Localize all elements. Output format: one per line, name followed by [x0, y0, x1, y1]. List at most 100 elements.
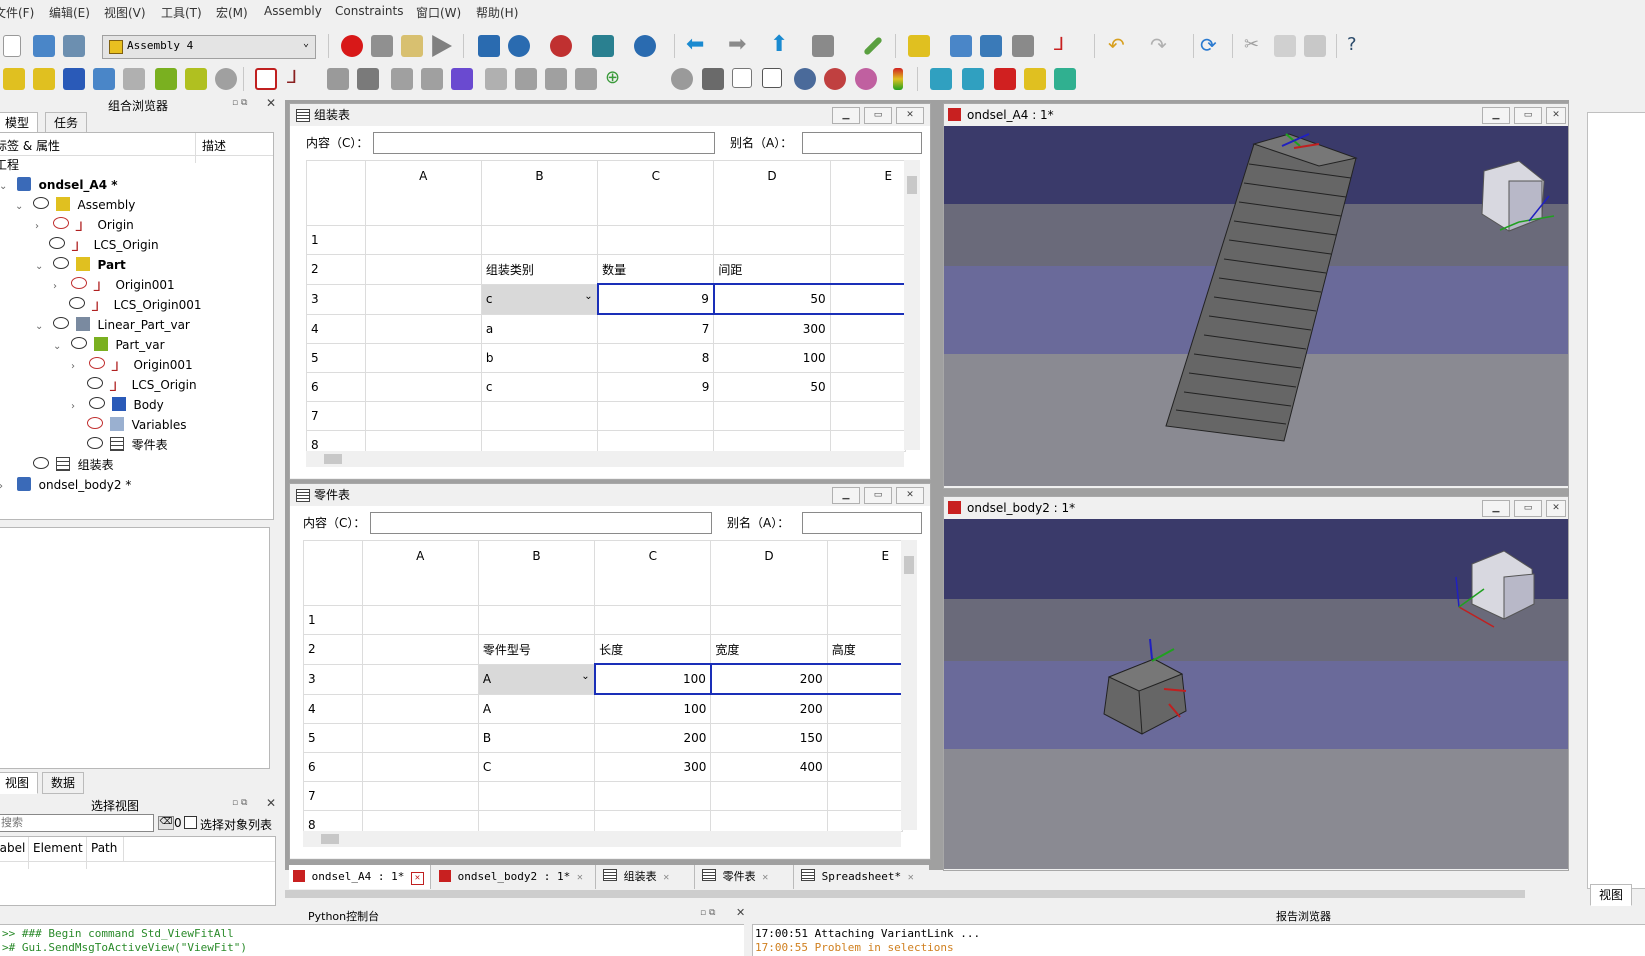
- refresh-icon[interactable]: ⟳: [1200, 35, 1222, 57]
- tab-parts-table[interactable]: 零件表 ✕: [698, 865, 794, 889]
- python-console-output[interactable]: >> ### Begin command Std_ViewFitAll ># G…: [0, 924, 744, 956]
- forward-arrow-icon[interactable]: ➡: [728, 34, 750, 57]
- column-header-d[interactable]: D: [713, 161, 831, 226]
- new-body-icon[interactable]: [63, 68, 85, 90]
- open-folder-icon[interactable]: [33, 35, 55, 57]
- tree-item-lcs-origin-sub[interactable]: ⅃ LCS_Origin: [87, 375, 197, 395]
- column-header-c[interactable]: C: [594, 541, 712, 606]
- chevron-right-icon[interactable]: ›: [0, 477, 13, 497]
- eye-icon[interactable]: [87, 437, 103, 449]
- view2-titlebar[interactable]: ondsel_body2 : 1* ▁ ▭ ✕: [944, 497, 1568, 519]
- part-stack-icon[interactable]: [1024, 68, 1046, 90]
- up-arrow-icon[interactable]: ⬆: [770, 34, 792, 57]
- parts-list-icon[interactable]: [732, 68, 752, 88]
- float-icon[interactable]: ▫ ⧉: [232, 798, 247, 808]
- column-header-b[interactable]: B: [478, 541, 596, 606]
- close-icon[interactable]: ✕: [896, 107, 924, 124]
- minimize-icon[interactable]: ▁: [1482, 107, 1510, 124]
- measure-icon[interactable]: [863, 36, 883, 56]
- menu-file[interactable]: 文件(F): [0, 4, 34, 21]
- alias-input[interactable]: [802, 132, 922, 154]
- tree-item-assembly-table[interactable]: 组装表: [33, 455, 114, 475]
- measure-tool-icon[interactable]: [702, 68, 724, 90]
- close-icon[interactable]: ✕: [736, 906, 745, 919]
- move-part-icon[interactable]: [391, 68, 413, 90]
- content-input[interactable]: [373, 132, 715, 154]
- chevron-right-icon[interactable]: ›: [53, 277, 67, 297]
- minimize-icon[interactable]: ▁: [1482, 500, 1510, 517]
- eye-icon[interactable]: [33, 457, 49, 469]
- tree-item-assembly[interactable]: ⌄ Assembly: [15, 195, 135, 215]
- close-icon[interactable]: ✕: [410, 872, 424, 885]
- chevron-down-icon[interactable]: ⌄: [35, 257, 49, 277]
- column-path[interactable]: Path: [86, 837, 121, 869]
- scroll-thumb[interactable]: [324, 454, 342, 464]
- visibility-eye-icon[interactable]: [794, 68, 816, 90]
- insert-lcs-icon[interactable]: [155, 68, 177, 90]
- view-cube-3-icon[interactable]: [994, 68, 1016, 90]
- view-cube-1-icon[interactable]: [930, 68, 952, 90]
- insert-link-icon[interactable]: [123, 68, 145, 90]
- cut-icon[interactable]: ✂: [1244, 35, 1266, 57]
- tree-item-origin[interactable]: › ⅃ Origin: [35, 215, 134, 235]
- link-icon[interactable]: [980, 35, 1002, 57]
- chevron-right-icon[interactable]: ›: [71, 397, 85, 417]
- menu-assembly[interactable]: Assembly: [264, 4, 322, 18]
- selection-list-checkbox[interactable]: [184, 816, 197, 829]
- column-header-e[interactable]: E: [830, 161, 905, 226]
- column-header-d[interactable]: D: [710, 541, 828, 606]
- save-icon[interactable]: [63, 35, 85, 57]
- new-document-icon[interactable]: [3, 35, 21, 57]
- tree-item-lcs-origin001[interactable]: ⅃ LCS_Origin001: [69, 295, 202, 315]
- eye-icon[interactable]: [87, 377, 103, 389]
- menu-view[interactable]: 视图(V): [104, 4, 146, 21]
- sheet2-titlebar[interactable]: 零件表 ▁ ▭ ✕: [290, 484, 930, 506]
- tree-item-part-var[interactable]: ⌄ Part_var: [53, 335, 165, 355]
- record-macro-icon[interactable]: [341, 35, 363, 57]
- mdi-horizontal-scrollbar[interactable]: [285, 887, 1569, 901]
- insert-datum-icon[interactable]: [185, 68, 207, 90]
- fit-all-icon[interactable]: [478, 35, 500, 57]
- close-icon[interactable]: ✕: [266, 796, 276, 810]
- minimize-icon[interactable]: ▁: [832, 107, 860, 124]
- menu-tools[interactable]: 工具(T): [161, 4, 202, 21]
- tab-view[interactable]: 视图: [0, 772, 39, 794]
- tree-item-origin001-sub[interactable]: › ⅃ Origin001: [71, 355, 193, 375]
- scroll-thumb[interactable]: [907, 176, 917, 194]
- hide-eye-icon[interactable]: [824, 68, 846, 90]
- circular-array-icon[interactable]: [545, 68, 567, 90]
- close-icon[interactable]: ✕: [266, 96, 276, 110]
- eye-icon[interactable]: [49, 237, 65, 249]
- menu-help[interactable]: 帮助(H): [476, 4, 518, 21]
- eye-hidden-icon[interactable]: [52, 217, 69, 229]
- back-arrow-icon[interactable]: ⬅: [686, 34, 708, 57]
- content-input[interactable]: [370, 512, 712, 534]
- sheet2-vertical-scrollbar[interactable]: [901, 540, 917, 830]
- close-icon[interactable]: ✕: [1546, 500, 1566, 517]
- view1-titlebar[interactable]: ondsel_A4 : 1* ▁ ▭ ✕: [944, 104, 1568, 126]
- tree-item-lcs-origin[interactable]: ⅃ LCS_Origin: [49, 235, 159, 255]
- copy-icon[interactable]: [1274, 35, 1296, 57]
- eye-icon[interactable]: [52, 257, 69, 269]
- bounding-box-icon[interactable]: [592, 35, 614, 57]
- tree-item-ondsel-body2[interactable]: › ondsel_body2 *: [0, 475, 131, 495]
- update-assembly-icon[interactable]: [357, 68, 379, 90]
- chevron-down-icon[interactable]: ⌄: [53, 337, 67, 357]
- sheet1-horizontal-scrollbar[interactable]: [306, 451, 904, 467]
- new-part-icon[interactable]: [33, 68, 55, 90]
- std-views-icon[interactable]: [812, 35, 834, 57]
- corner-header[interactable]: [307, 161, 366, 226]
- clear-search-icon[interactable]: ⌫: [158, 816, 174, 830]
- tab-spreadsheet[interactable]: Spreadsheet* ✕: [797, 865, 931, 889]
- color-icon[interactable]: [855, 68, 877, 90]
- float-icon[interactable]: ▫ ⧉: [700, 908, 715, 918]
- tab-right-view[interactable]: 视图: [1590, 884, 1633, 906]
- maximize-icon[interactable]: ▭: [1514, 500, 1542, 517]
- eye-icon[interactable]: [88, 397, 105, 409]
- menu-macro[interactable]: 宏(M): [216, 4, 248, 21]
- column-element[interactable]: Element: [28, 837, 87, 869]
- tree-item-ondsel-a4[interactable]: ⌄ ondsel_A4 *: [0, 175, 118, 195]
- eye-hidden-icon[interactable]: [70, 277, 87, 289]
- view2-3d-canvas[interactable]: [944, 519, 1568, 869]
- add-variable-icon[interactable]: ⊕: [605, 68, 627, 90]
